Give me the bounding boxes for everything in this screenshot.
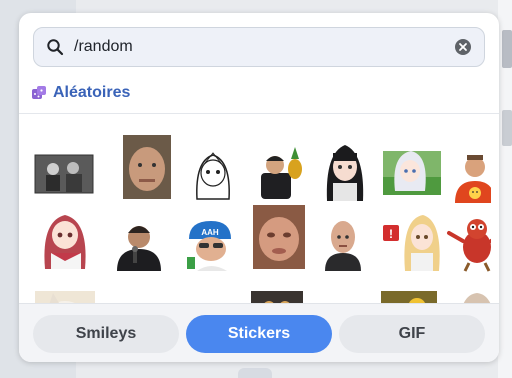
svg-text:AAH: AAH <box>201 228 219 237</box>
clear-search-icon[interactable] <box>454 38 472 56</box>
search-icon <box>46 38 64 56</box>
sticker-picker-panel: Aléatoires <box>19 13 499 362</box>
sticker-grid: AAH ! <box>27 125 491 303</box>
background-thumbnail <box>502 110 512 146</box>
sticker-sunflowers[interactable] <box>381 277 445 303</box>
tab-gif[interactable]: GIF <box>339 315 485 353</box>
sticker-blurry-face-closeup[interactable] <box>251 205 315 269</box>
sticker-black-white-photo[interactable] <box>33 141 97 205</box>
sticker-super-text[interactable]: SUPER! <box>313 277 377 303</box>
background-thumbnail <box>502 30 512 68</box>
tab-stickers[interactable]: Stickers <box>186 315 332 353</box>
search-bar <box>33 27 485 67</box>
sticker-man-orange-shirt-emoji[interactable] <box>445 141 491 205</box>
background-chip <box>238 368 272 378</box>
sticker-anime-girl-white-hair[interactable] <box>381 141 445 205</box>
sticker-man-speaking-microphone[interactable] <box>107 209 171 273</box>
sticker-anime-sketch-girl[interactable] <box>179 141 243 205</box>
sticker-owl-row3[interactable] <box>249 277 313 303</box>
background-page-right <box>498 0 512 378</box>
sticker-face-row3[interactable] <box>107 281 171 303</box>
sticker-cat-row3[interactable] <box>35 277 99 303</box>
dice-icon <box>31 85 47 101</box>
sticker-man-holding-pineapple[interactable] <box>247 139 311 203</box>
sticker-red-muppet[interactable] <box>445 209 491 273</box>
search-input[interactable] <box>64 29 454 65</box>
sticker-man-selfie-face[interactable] <box>107 135 171 199</box>
sticker-bald-man-face[interactable] <box>313 209 377 273</box>
category-label: Aléatoires <box>53 84 131 101</box>
tab-bar: Smileys Stickers GIF <box>19 303 499 362</box>
sticker-anime-girl-pink-hair[interactable] <box>35 207 99 271</box>
sticker-anime-row3[interactable] <box>445 277 491 303</box>
sticker-anime-girl-red-sign[interactable]: ! <box>381 209 445 273</box>
tab-smileys[interactable]: Smileys <box>33 315 179 353</box>
category-header: Aléatoires <box>31 83 130 103</box>
sticker-anime-girl-black-hair[interactable] <box>313 139 377 203</box>
sticker-dog-row3[interactable] <box>179 283 243 303</box>
svg-text:!: ! <box>389 227 393 241</box>
sticker-aah-blue-cap-man[interactable]: AAH <box>177 209 241 273</box>
divider <box>19 113 499 114</box>
